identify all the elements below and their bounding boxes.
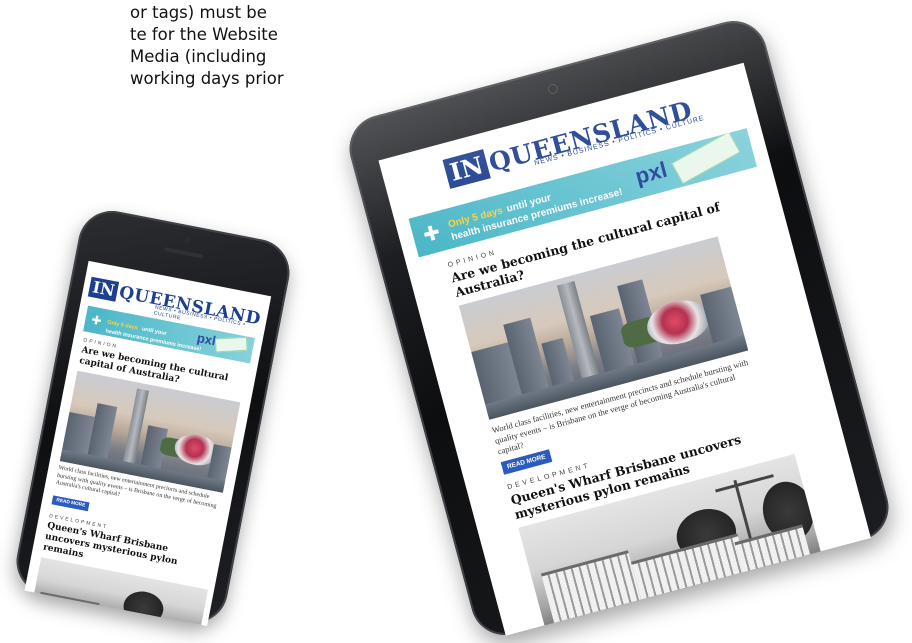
intro-line: te for the Website	[130, 25, 278, 44]
article-opinion[interactable]: OPINION Are we becoming the cultural cap…	[51, 337, 250, 537]
phone-device: IN QUEENSLAND NEWS • BUSINESS • POLITICS…	[10, 205, 296, 629]
intro-line: Media (including	[130, 47, 267, 66]
camera-icon	[183, 236, 191, 244]
ad-brand-mark: pxl	[632, 156, 670, 190]
logo-in-badge: IN	[87, 276, 120, 302]
intro-line: or tags) must be	[130, 3, 267, 22]
tablet-screen[interactable]: IN QUEENSLAND NEWS • BUSINESS • POLITICS…	[378, 62, 871, 636]
insurance-card-icon	[214, 336, 248, 353]
phone-screen[interactable]: IN QUEENSLAND NEWS • BUSINESS • POLITICS…	[24, 260, 272, 627]
intro-line: working days prior	[130, 69, 284, 88]
speaker-grille	[163, 247, 204, 259]
camera-icon	[547, 84, 558, 94]
logo-in-badge: IN	[442, 149, 491, 189]
tablet-device: IN QUEENSLAND NEWS • BUSINESS • POLITICS…	[341, 13, 897, 643]
intro-text: or tags) must be te for the Website Medi…	[130, 2, 284, 90]
insurance-card-icon	[671, 131, 741, 185]
health-cross-icon: ✚	[420, 220, 443, 247]
read-more-button[interactable]: READ MORE	[51, 494, 90, 511]
health-cross-icon: ✚	[90, 312, 103, 329]
